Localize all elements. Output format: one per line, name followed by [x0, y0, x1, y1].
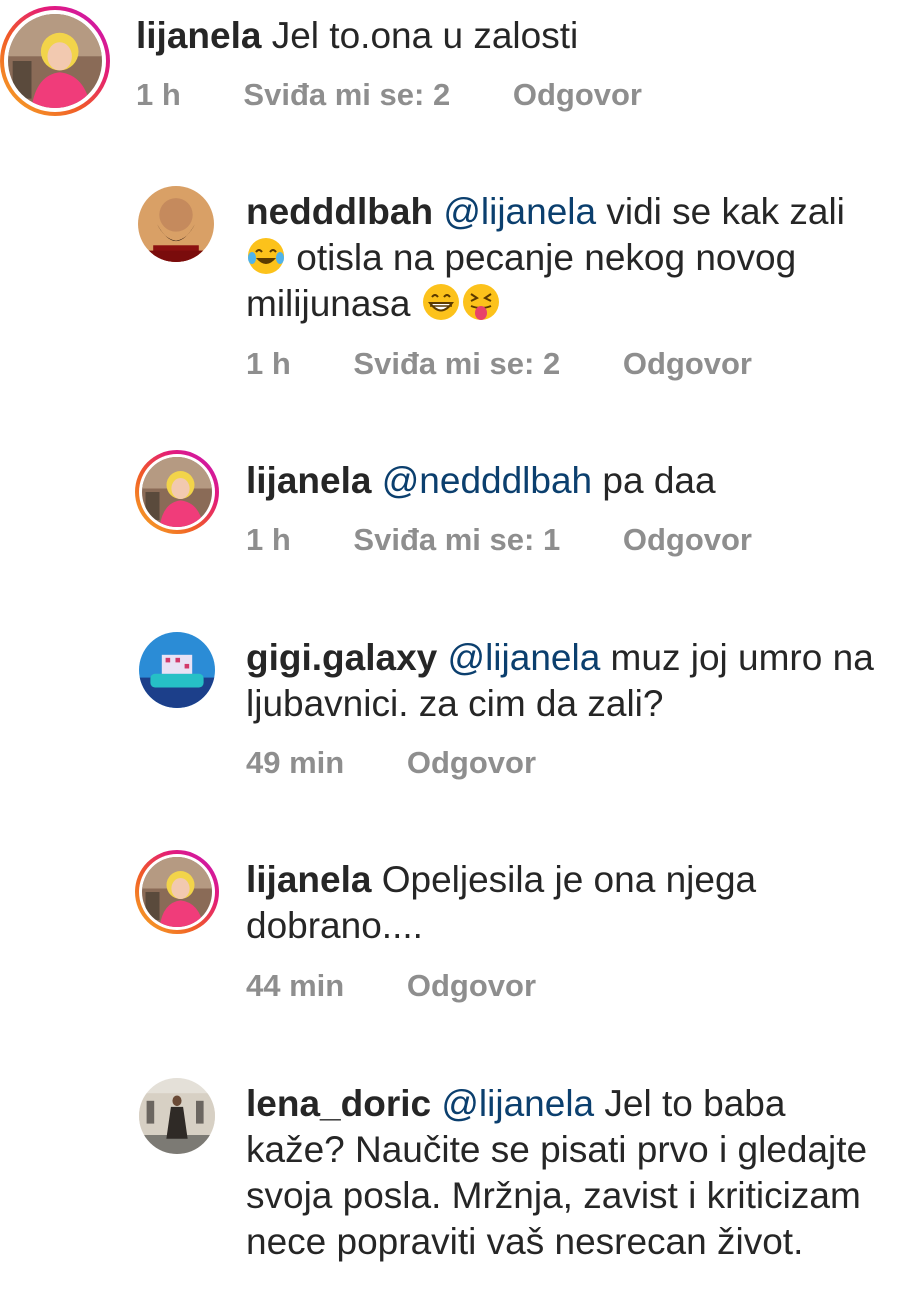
comment-text: nedddlbah @lijanela vidi se kak zali oti…: [246, 189, 906, 327]
reply-button[interactable]: Odgovor: [407, 968, 536, 1004]
username[interactable]: lena_doric: [246, 1083, 431, 1124]
comment-body: Jel to.ona u zalosti: [261, 15, 579, 56]
likes-count[interactable]: Sviđa mi se: 2: [243, 77, 450, 113]
tongue-out-emoji: [461, 282, 501, 322]
timestamp: 1 h: [136, 77, 181, 112]
mention-link[interactable]: @nedddlbah: [382, 460, 592, 501]
comment-text: lena_doric @lijanela Jel to baba kaže? N…: [246, 1081, 886, 1265]
avatar: [142, 457, 212, 527]
comment-text: lijanela Jel to.ona u zalosti: [136, 13, 896, 59]
avatar[interactable]: [139, 632, 215, 708]
reply-button[interactable]: Odgovor: [407, 745, 536, 781]
avatar: [8, 14, 102, 108]
reply-button[interactable]: Odgovor: [623, 346, 752, 382]
mention-link[interactable]: @lijanela: [448, 637, 601, 678]
avatar[interactable]: [138, 186, 214, 262]
comment-body: pa daa: [592, 460, 716, 501]
username[interactable]: gigi.galaxy: [246, 637, 437, 678]
grinning-emoji: [421, 282, 461, 322]
comment-text: gigi.galaxy @lijanela muz joj umro na lj…: [246, 635, 910, 727]
reply-button[interactable]: Odgovor: [513, 77, 642, 113]
likes-count[interactable]: Sviđa mi se: 1: [353, 522, 560, 558]
avatar: [142, 857, 212, 927]
reply-button[interactable]: Odgovor: [623, 522, 752, 558]
comment-meta: 1 h Sviđa mi se: 2 Odgovor: [136, 77, 642, 113]
mention-link[interactable]: @lijanela: [441, 1083, 594, 1124]
comment-meta: 1 h Sviđa mi se: 2 Odgovor: [246, 346, 752, 382]
comment-body: vidi se kak zali: [596, 191, 845, 232]
username[interactable]: lijanela: [246, 859, 371, 900]
tears-of-joy-emoji: [246, 236, 286, 276]
likes-count[interactable]: Sviđa mi se: 2: [353, 346, 560, 382]
timestamp: 44 min: [246, 968, 345, 1003]
comment-meta: 49 min Odgovor: [246, 745, 536, 781]
avatar[interactable]: [139, 1078, 215, 1154]
username[interactable]: nedddlbah: [246, 191, 433, 232]
timestamp: 1 h: [246, 522, 291, 557]
comment-text: lijanela Opeljesila je ona njega dobrano…: [246, 857, 866, 949]
avatar-story-ring[interactable]: [135, 850, 219, 934]
avatar-story-ring[interactable]: [0, 6, 110, 116]
avatar-story-ring[interactable]: [135, 450, 219, 534]
timestamp: 1 h: [246, 346, 291, 381]
username[interactable]: lijanela: [136, 15, 261, 56]
timestamp: 49 min: [246, 745, 345, 780]
comment-text: lijanela @nedddlbah pa daa: [246, 458, 906, 504]
username[interactable]: lijanela: [246, 460, 371, 501]
mention-link[interactable]: @lijanela: [443, 191, 596, 232]
comment-meta: 44 min Odgovor: [246, 968, 536, 1004]
comment-body: otisla na pecanje nekog novog milijunasa: [246, 237, 797, 324]
comment-meta: 1 h Sviđa mi se: 1 Odgovor: [246, 522, 752, 558]
